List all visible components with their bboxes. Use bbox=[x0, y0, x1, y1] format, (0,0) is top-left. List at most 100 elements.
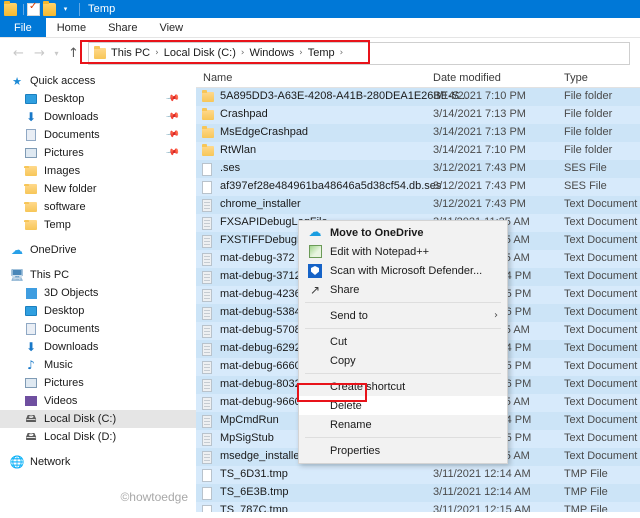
sidebar-item-desktop[interactable]: Desktop 📌 bbox=[0, 90, 196, 108]
menu-item-label: Copy bbox=[330, 354, 356, 367]
sidebar-item-pictures[interactable]: Pictures 📌 bbox=[0, 144, 196, 162]
breadcrumb[interactable]: This PC › Local Disk (C:) › Windows › Te… bbox=[88, 41, 630, 65]
menu-item-send-to[interactable]: Send to › bbox=[299, 306, 507, 325]
sidebar-item-network[interactable]: 🌐 Network bbox=[0, 453, 196, 471]
sidebar-item-new-folder[interactable]: New folder bbox=[0, 180, 196, 198]
folder-icon bbox=[24, 200, 38, 214]
sidebar-item-label: Videos bbox=[44, 395, 78, 407]
star-icon: ★ bbox=[12, 74, 22, 88]
sidebar-item-pictures[interactable]: Pictures bbox=[0, 374, 196, 392]
text-document-icon bbox=[202, 235, 212, 248]
sidebar-item-videos[interactable]: Videos bbox=[0, 392, 196, 410]
breadcrumb-separator-icon[interactable]: › bbox=[299, 48, 303, 58]
file-date-modified: 3/11/2021 12:14 AM bbox=[433, 486, 531, 498]
breadcrumb-item-local-disk-c[interactable]: Local Disk (C:) bbox=[164, 47, 236, 59]
breadcrumb-separator-icon[interactable]: › bbox=[155, 48, 159, 58]
breadcrumb-separator-icon[interactable]: › bbox=[241, 48, 245, 58]
menu-item-edit-with-notepad[interactable]: Edit with Notepad++ bbox=[299, 242, 507, 261]
sidebar-item-label: Quick access bbox=[30, 75, 96, 87]
sidebar-item-label: Temp bbox=[44, 219, 71, 231]
sidebar-item-local-disk-d[interactable]: 🖴 Local Disk (D:) bbox=[0, 428, 196, 446]
folder-icon bbox=[24, 218, 38, 232]
breadcrumb-item-windows[interactable]: Windows bbox=[249, 47, 294, 59]
menu-item-copy[interactable]: Copy bbox=[299, 351, 507, 370]
sidebar-item-onedrive[interactable]: ☁ OneDrive bbox=[0, 241, 196, 259]
sidebar-item-this-pc[interactable]: 🖥 This PC bbox=[0, 266, 196, 284]
column-header-type[interactable]: Type bbox=[564, 72, 588, 84]
pin-icon[interactable]: 📌 bbox=[165, 92, 180, 107]
table-row[interactable]: TS_6D31.tmp 3/11/2021 12:14 AM TMP File bbox=[196, 466, 640, 484]
table-row[interactable]: Crashpad 3/14/2021 7:13 PM File folder bbox=[196, 106, 640, 124]
table-row[interactable]: MsEdgeCrashpad 3/14/2021 7:13 PM File fold… bbox=[196, 124, 640, 142]
sidebar-item-local-disk-c[interactable]: 🖴 Local Disk (C:) bbox=[0, 410, 196, 428]
table-row[interactable]: af397ef28e484961ba48646a5d38cf54.db.ses 3… bbox=[196, 178, 640, 196]
sidebar-item-software[interactable]: software bbox=[0, 198, 196, 216]
folder-icon bbox=[94, 45, 106, 59]
table-row[interactable]: TS_787C.tmp 3/11/2021 12:15 AM TMP File bbox=[196, 502, 640, 512]
title-bar: ▾ Temp bbox=[0, 0, 640, 18]
new-folder-icon[interactable] bbox=[43, 0, 56, 16]
sidebar-item-documents[interactable]: Documents 📌 bbox=[0, 126, 196, 144]
menu-item-delete[interactable]: Delete bbox=[299, 396, 507, 415]
chevron-right-icon: › bbox=[494, 310, 498, 321]
sidebar-item-documents[interactable]: Documents bbox=[0, 320, 196, 338]
sidebar-item-desktop[interactable]: Desktop bbox=[0, 302, 196, 320]
up-arrow-icon[interactable]: ↑ bbox=[63, 43, 84, 64]
column-header-name[interactable]: Name bbox=[203, 72, 232, 84]
file-icon bbox=[202, 163, 212, 176]
tab-file[interactable]: File bbox=[0, 18, 46, 37]
text-document-icon bbox=[202, 253, 212, 266]
sidebar-item-downloads[interactable]: ⬇ Downloads bbox=[0, 338, 196, 356]
sort-ascending-icon: ⌃ bbox=[314, 68, 321, 74]
file-type: Text Document bbox=[564, 432, 638, 444]
breadcrumb-separator-icon[interactable]: › bbox=[340, 48, 344, 58]
menu-item-label: Move to OneDrive bbox=[330, 226, 424, 239]
context-menu[interactable]: ☁ Move to OneDrive Edit with Notepad++ Scan… bbox=[298, 220, 508, 464]
table-row[interactable]: 5A895DD3-A63E-4208-A41B-280DEA1E26BE-S..… bbox=[196, 88, 640, 106]
column-header-date-modified[interactable]: Date modified bbox=[433, 72, 501, 84]
table-row[interactable]: RtWlan 3/14/2021 7:10 PM File folder bbox=[196, 142, 640, 160]
pin-icon[interactable]: 📌 bbox=[165, 146, 180, 161]
sidebar-item-3d-objects[interactable]: 3D Objects bbox=[0, 284, 196, 302]
menu-item-label: Cut bbox=[330, 335, 348, 348]
chevron-down-icon[interactable]: ▾ bbox=[50, 43, 63, 64]
sidebar-item-quick-access[interactable]: ★ Quick access bbox=[0, 72, 196, 90]
forward-arrow-icon[interactable]: → bbox=[29, 43, 50, 64]
properties-icon[interactable] bbox=[27, 1, 40, 16]
file-name: TS_6E3B.tmp bbox=[220, 486, 289, 498]
menu-item-properties[interactable]: Properties bbox=[299, 441, 507, 460]
menu-item-rename[interactable]: Rename bbox=[299, 415, 507, 434]
sidebar-item-music[interactable]: ♪ Music bbox=[0, 356, 196, 374]
sidebar-item-downloads[interactable]: ⬇ Downloads 📌 bbox=[0, 108, 196, 126]
breadcrumb-item-temp[interactable]: Temp bbox=[308, 47, 335, 59]
sidebar-item-images[interactable]: Images bbox=[0, 162, 196, 180]
back-arrow-icon[interactable]: ← bbox=[8, 43, 29, 64]
text-document-icon bbox=[202, 271, 212, 284]
menu-item-scan-with-microsoft-defender[interactable]: Scan with Microsoft Defender... bbox=[299, 261, 507, 280]
file-date-modified: 3/12/2021 7:43 PM bbox=[433, 198, 526, 210]
file-date-modified: 3/14/2021 7:13 PM bbox=[433, 108, 526, 120]
folder-icon bbox=[202, 126, 214, 138]
table-row[interactable]: TS_6E3B.tmp 3/11/2021 12:14 AM TMP File bbox=[196, 484, 640, 502]
menu-item-cut[interactable]: Cut bbox=[299, 332, 507, 351]
table-row[interactable]: chrome_installer 3/12/2021 7:43 PM Text Do… bbox=[196, 196, 640, 214]
file-name: mat-debug-6292 bbox=[220, 342, 301, 354]
menu-item-create-shortcut[interactable]: Create shortcut bbox=[299, 377, 507, 396]
tab-view[interactable]: View bbox=[148, 18, 194, 37]
text-document-icon bbox=[202, 433, 212, 446]
menu-item-move-to-onedrive[interactable]: ☁ Move to OneDrive bbox=[299, 223, 507, 242]
menu-item-label: Delete bbox=[330, 399, 362, 412]
tab-share[interactable]: Share bbox=[97, 18, 148, 37]
pictures-icon bbox=[24, 376, 38, 390]
sidebar-item-temp[interactable]: Temp bbox=[0, 216, 196, 234]
file-name: chrome_installer bbox=[220, 198, 301, 210]
breadcrumb-item-this-pc[interactable]: This PC bbox=[111, 47, 150, 59]
pin-icon[interactable]: 📌 bbox=[165, 110, 180, 125]
pin-icon[interactable]: 📌 bbox=[165, 128, 180, 143]
customize-dropdown-icon[interactable]: ▾ bbox=[60, 3, 71, 16]
menu-item-label: Properties bbox=[330, 444, 381, 457]
file-name: RtWlan bbox=[220, 144, 257, 156]
table-row[interactable]: .ses 3/12/2021 7:43 PM SES File bbox=[196, 160, 640, 178]
menu-item-share[interactable]: ↗ Share bbox=[299, 280, 507, 299]
tab-home[interactable]: Home bbox=[46, 18, 97, 37]
